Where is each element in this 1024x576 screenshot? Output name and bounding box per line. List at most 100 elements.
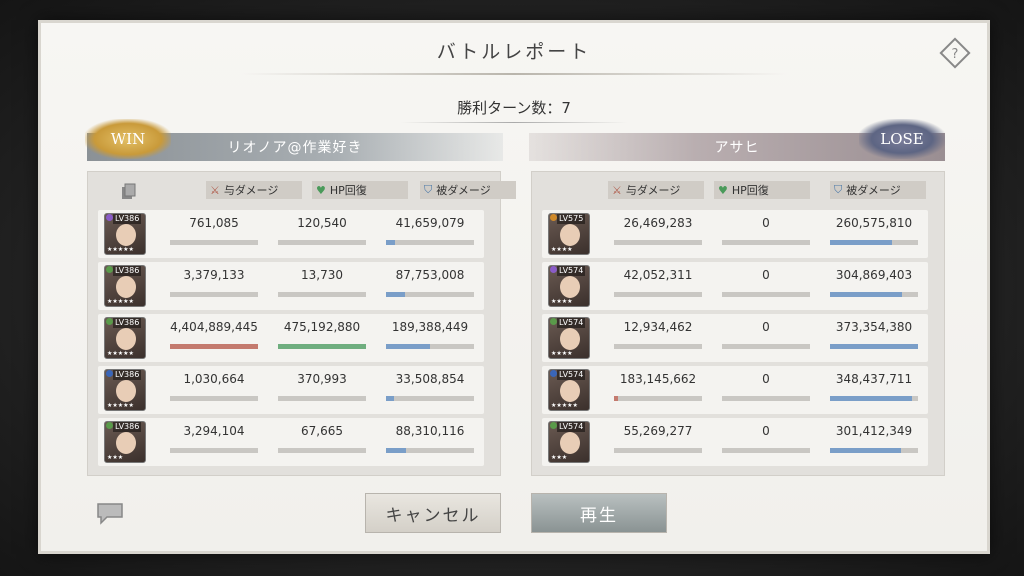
character-portrait <box>116 432 136 454</box>
character-level: LV386 <box>113 318 142 328</box>
damage-taken-header: ⛉ 被ダメージ <box>420 181 516 199</box>
sword-icon: ⚔ <box>612 183 622 197</box>
rarity-gem-icon <box>106 422 113 429</box>
character-level: LV386 <box>113 266 142 276</box>
damage-taken-value: 260,575,810 <box>835 216 913 230</box>
character-avatar[interactable]: LV574 ★★★★ <box>548 317 590 359</box>
hp-heal-header: ♥ HP回復 <box>714 181 810 199</box>
shield-icon: ⛉ <box>424 183 433 196</box>
character-level: LV574 <box>557 422 586 432</box>
damage-dealt-bar <box>170 292 258 297</box>
dialog-title: バトルレポート <box>436 41 592 63</box>
rarity-gem-icon <box>550 370 557 377</box>
character-row: LV575 ★★★★ 26,469,283 0 260,575,810 <box>542 210 928 258</box>
damage-taken-bar-fill <box>386 448 407 453</box>
hp-healed-value: 0 <box>762 372 770 386</box>
character-avatar[interactable]: LV574 ★★★ <box>548 421 590 463</box>
copy-icon[interactable] <box>118 181 140 203</box>
heart-icon: ♥ <box>718 183 728 197</box>
character-avatar[interactable]: LV386 ★★★★★ <box>104 369 146 411</box>
character-level: LV574 <box>557 266 586 276</box>
damage-dealt-label: 与ダメージ <box>625 184 681 197</box>
hp-healed-bar-fill <box>278 344 366 349</box>
turns-divider <box>401 122 627 123</box>
character-stars: ★★★ <box>551 454 568 461</box>
stat-headers: ⚔ 与ダメージ ♥ HP回復 ⛉ 被ダメージ <box>88 181 516 203</box>
character-stars: ★★★★ <box>551 298 573 305</box>
hp-healed-bar <box>278 448 366 453</box>
damage-taken-value: 33,508,854 <box>395 372 465 386</box>
damage-dealt-value: 4,404,889,445 <box>170 320 258 334</box>
damage-taken-bar <box>386 448 474 453</box>
character-avatar[interactable]: LV574 ★★★★ <box>548 265 590 307</box>
hp-healed-bar <box>722 396 810 401</box>
victory-turns: 勝利ターン数：7 <box>457 99 571 117</box>
damage-dealt-bar <box>170 448 258 453</box>
character-stars: ★★★★ <box>551 246 573 253</box>
character-stars: ★★★★★ <box>107 298 134 305</box>
rarity-gem-icon <box>550 422 557 429</box>
damage-taken-label: 被ダメージ <box>436 184 491 197</box>
character-avatar[interactable]: LV386 ★★★★★ <box>104 213 146 255</box>
damage-taken-bar-fill <box>830 240 892 245</box>
character-portrait <box>560 224 580 246</box>
hp-heal-label: HP回復 <box>329 184 367 197</box>
character-avatar[interactable]: LV386 ★★★ <box>104 421 146 463</box>
damage-dealt-value: 183,145,662 <box>619 372 697 386</box>
hp-healed-bar <box>278 292 366 297</box>
rarity-gem-icon <box>106 214 113 221</box>
character-row: LV574 ★★★★ 12,934,462 0 373,354,380 <box>542 314 928 362</box>
character-portrait <box>116 276 136 298</box>
hp-healed-bar <box>278 396 366 401</box>
left-team-panel: ⚔ 与ダメージ ♥ HP回復 ⛉ 被ダメージ LV386 ★★★★★ 761,085… <box>87 171 516 476</box>
damage-taken-bar-fill <box>830 344 918 349</box>
character-avatar[interactable]: LV575 ★★★★ <box>548 213 590 255</box>
damage-taken-value: 348,437,711 <box>835 372 913 386</box>
character-portrait <box>116 328 136 350</box>
character-portrait <box>116 380 136 402</box>
damage-dealt-value: 12,934,462 <box>623 320 693 334</box>
character-stars: ★★★★★ <box>107 402 134 409</box>
character-portrait <box>116 224 136 246</box>
damage-dealt-bar <box>170 344 258 349</box>
character-row: LV386 ★★★ 3,294,104 67,665 88,310,116 <box>98 418 484 466</box>
damage-taken-value: 373,354,380 <box>835 320 913 334</box>
character-avatar[interactable]: LV386 ★★★★★ <box>104 265 146 307</box>
hp-healed-bar <box>278 240 366 245</box>
character-level: LV386 <box>113 370 142 380</box>
damage-dealt-header: ⚔ 与ダメージ <box>206 181 302 199</box>
damage-dealt-value: 1,030,664 <box>183 372 245 386</box>
hp-healed-value: 0 <box>762 424 770 438</box>
character-portrait <box>560 276 580 298</box>
hp-heal-header: ♥ HP回復 <box>312 181 408 199</box>
damage-dealt-value: 55,269,277 <box>623 424 693 438</box>
damage-taken-bar-fill <box>386 240 395 245</box>
hp-healed-value: 475,192,880 <box>283 320 361 334</box>
chat-bubble-icon[interactable] <box>93 499 127 527</box>
title-divider <box>241 73 787 75</box>
stat-headers: ⚔ 与ダメージ ♥ HP回復 ⛉ 被ダメージ <box>532 181 944 203</box>
svg-text:?: ? <box>952 47 959 62</box>
rarity-gem-icon <box>106 318 113 325</box>
hp-healed-value: 0 <box>762 216 770 230</box>
character-avatar[interactable]: LV386 ★★★★★ <box>104 317 146 359</box>
damage-dealt-value: 3,294,104 <box>183 424 245 438</box>
hp-healed-bar <box>722 448 810 453</box>
character-avatar[interactable]: LV574 ★★★★★ <box>548 369 590 411</box>
play-button[interactable]: 再生 <box>531 493 667 533</box>
character-stars: ★★★ <box>107 454 124 461</box>
help-icon[interactable]: ? <box>937 35 973 71</box>
hp-healed-bar <box>722 344 810 349</box>
damage-taken-bar-fill <box>386 396 394 401</box>
win-badge: WIN <box>85 119 171 159</box>
damage-taken-bar-fill <box>386 292 406 297</box>
damage-taken-bar-fill <box>830 448 902 453</box>
hp-healed-value: 0 <box>762 268 770 282</box>
hp-healed-value: 120,540 <box>297 216 347 230</box>
damage-taken-value: 41,659,079 <box>395 216 465 230</box>
damage-dealt-bar-fill <box>170 344 258 349</box>
character-row: LV574 ★★★ 55,269,277 0 301,412,349 <box>542 418 928 466</box>
cancel-button[interactable]: キャンセル <box>365 493 501 533</box>
damage-dealt-label: 与ダメージ <box>223 184 279 197</box>
hp-healed-value: 67,665 <box>301 424 343 438</box>
